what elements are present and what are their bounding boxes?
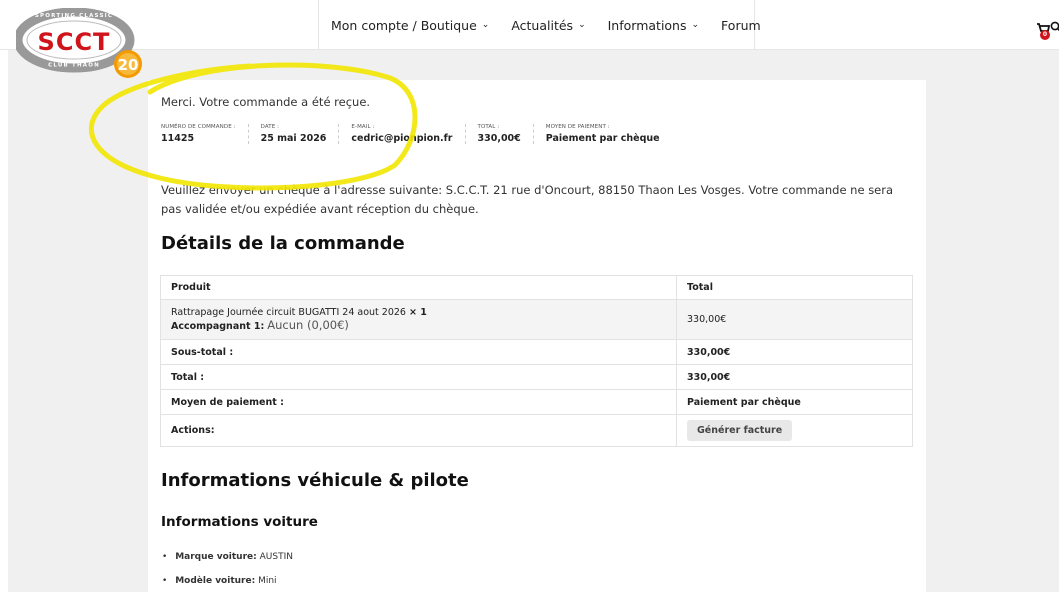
nav-item-label: Forum bbox=[721, 17, 761, 33]
logo-ring-top: SPORTING CLASSIC bbox=[35, 13, 113, 19]
overview-order-number: NUMÉRO DE COMMANDE : 11425 bbox=[161, 124, 249, 144]
nav-item-actualites[interactable]: Actualités ⌄ bbox=[511, 18, 585, 33]
overview-value: 11425 bbox=[161, 133, 195, 144]
overview-date: DATE : 25 mai 2026 bbox=[261, 124, 340, 144]
column-header-total: Total bbox=[676, 275, 913, 300]
overview-label: E-MAIL : bbox=[351, 124, 375, 130]
chevron-down-icon: ⌄ bbox=[481, 20, 490, 30]
car-info-title: Informations voiture bbox=[161, 514, 318, 530]
table-row: Sous-total : 330,00€ bbox=[160, 339, 913, 365]
nav-item-label: Informations bbox=[607, 17, 687, 33]
nav-item-forum[interactable]: Forum bbox=[721, 18, 761, 33]
search-icon[interactable] bbox=[1050, 20, 1059, 34]
overview-payment-method: MOYEN DE PAIEMENT : Paiement par chèque bbox=[546, 124, 672, 144]
overview-value: Paiement par chèque bbox=[545, 133, 660, 144]
chevron-down-icon: ⌄ bbox=[691, 20, 700, 30]
order-received-message: Merci. Votre commande a été reçue. bbox=[161, 95, 371, 109]
nav-item-informations[interactable]: Informations ⌄ bbox=[608, 18, 699, 33]
vehicle-info-title: Informations véhicule & pilote bbox=[161, 470, 469, 491]
site-header: Mon compte / Boutique ⌄ Actualités ⌄ Inf… bbox=[0, 0, 1059, 50]
product-name[interactable]: Rattrapage Journée circuit BUGATTI 24 ao… bbox=[171, 307, 406, 318]
car-model-label: Modèle voiture: bbox=[175, 576, 256, 586]
overview-label: TOTAL : bbox=[477, 124, 500, 130]
anniversary-badge: 20 bbox=[114, 50, 142, 78]
list-item: Marque voiture: AUSTIN bbox=[162, 551, 293, 575]
car-info-list: Marque voiture: AUSTIN Modèle voiture: M… bbox=[162, 551, 293, 592]
left-gutter bbox=[0, 50, 8, 592]
product-total: 330,00€ bbox=[676, 299, 913, 340]
logo-wordmark: SPORTING CLASSIC CLUB THAON SCCT bbox=[16, 8, 135, 73]
table-row: Actions: Générer facture bbox=[160, 414, 913, 447]
car-make-value: AUSTIN bbox=[259, 552, 293, 562]
order-details-title: Détails de la commande bbox=[161, 233, 405, 254]
order-details-table: Produit Total Rattrapage Journée circuit… bbox=[160, 275, 913, 447]
payment-method-value: Paiement par chèque bbox=[676, 389, 913, 415]
table-header-row: Produit Total bbox=[160, 275, 913, 300]
product-line: Rattrapage Journée circuit BUGATTI 24 ao… bbox=[171, 307, 666, 318]
overview-value: 330,00€ bbox=[477, 133, 521, 144]
column-header-product: Produit bbox=[160, 275, 677, 300]
nav-item-mon-compte[interactable]: Mon compte / Boutique ⌄ bbox=[331, 18, 489, 33]
product-meta-label: Accompagnant 1: bbox=[171, 321, 265, 332]
overview-label: MOYEN DE PAIEMENT : bbox=[545, 124, 610, 130]
logo-text: SCCT bbox=[38, 28, 111, 56]
subtotal-value: 330,00€ bbox=[676, 339, 913, 365]
actions-label: Actions: bbox=[160, 414, 677, 447]
subtotal-label: Sous-total : bbox=[160, 339, 677, 365]
product-meta: Accompagnant 1: Aucun (0,00€) bbox=[171, 318, 666, 332]
overview-total: TOTAL : 330,00€ bbox=[478, 124, 534, 144]
overview-label: NUMÉRO DE COMMANDE : bbox=[161, 124, 236, 130]
anniversary-badge-text: 20 bbox=[118, 56, 139, 74]
list-item: Modèle voiture: Mini bbox=[162, 575, 293, 592]
payment-method-label: Moyen de paiement : bbox=[160, 389, 677, 415]
nav-item-label: Mon compte / Boutique bbox=[331, 17, 477, 33]
chevron-down-icon: ⌄ bbox=[578, 20, 586, 30]
product-quantity: × 1 bbox=[409, 307, 427, 318]
generate-invoice-button[interactable]: Générer facture bbox=[687, 420, 793, 441]
logo-ring-bottom: CLUB THAON bbox=[48, 63, 100, 69]
car-make-label: Marque voiture: bbox=[175, 552, 257, 562]
table-row: Moyen de paiement : Paiement par chèque bbox=[160, 389, 913, 415]
overview-value: 25 mai 2026 bbox=[260, 133, 327, 144]
table-row: Rattrapage Journée circuit BUGATTI 24 ao… bbox=[160, 299, 913, 340]
total-label: Total : bbox=[160, 364, 677, 390]
cart-count-badge: 0 bbox=[1040, 30, 1050, 40]
product-meta-value: Aucun (0,00€) bbox=[267, 318, 349, 332]
overview-label: DATE : bbox=[260, 124, 280, 130]
car-model-value: Mini bbox=[258, 576, 277, 586]
actions-cell: Générer facture bbox=[676, 414, 913, 447]
product-cell: Rattrapage Journée circuit BUGATTI 24 ao… bbox=[160, 299, 677, 340]
payment-instructions: Veuillez envoyer un chèque à l'adresse s… bbox=[161, 183, 894, 216]
overview-value: cedric@pionpion.fr bbox=[351, 133, 453, 144]
main-nav: Mon compte / Boutique ⌄ Actualités ⌄ Inf… bbox=[318, 0, 761, 50]
nav-item-label: Actualités bbox=[511, 17, 574, 33]
order-overview: NUMÉRO DE COMMANDE : 11425 DATE : 25 mai… bbox=[161, 124, 684, 144]
total-value: 330,00€ bbox=[676, 364, 913, 390]
overview-email: E-MAIL : cedric@pionpion.fr bbox=[351, 124, 466, 144]
scct-logo[interactable]: SPORTING CLASSIC CLUB THAON SCCT 20 bbox=[16, 8, 146, 88]
table-row: Total : 330,00€ bbox=[160, 364, 913, 390]
